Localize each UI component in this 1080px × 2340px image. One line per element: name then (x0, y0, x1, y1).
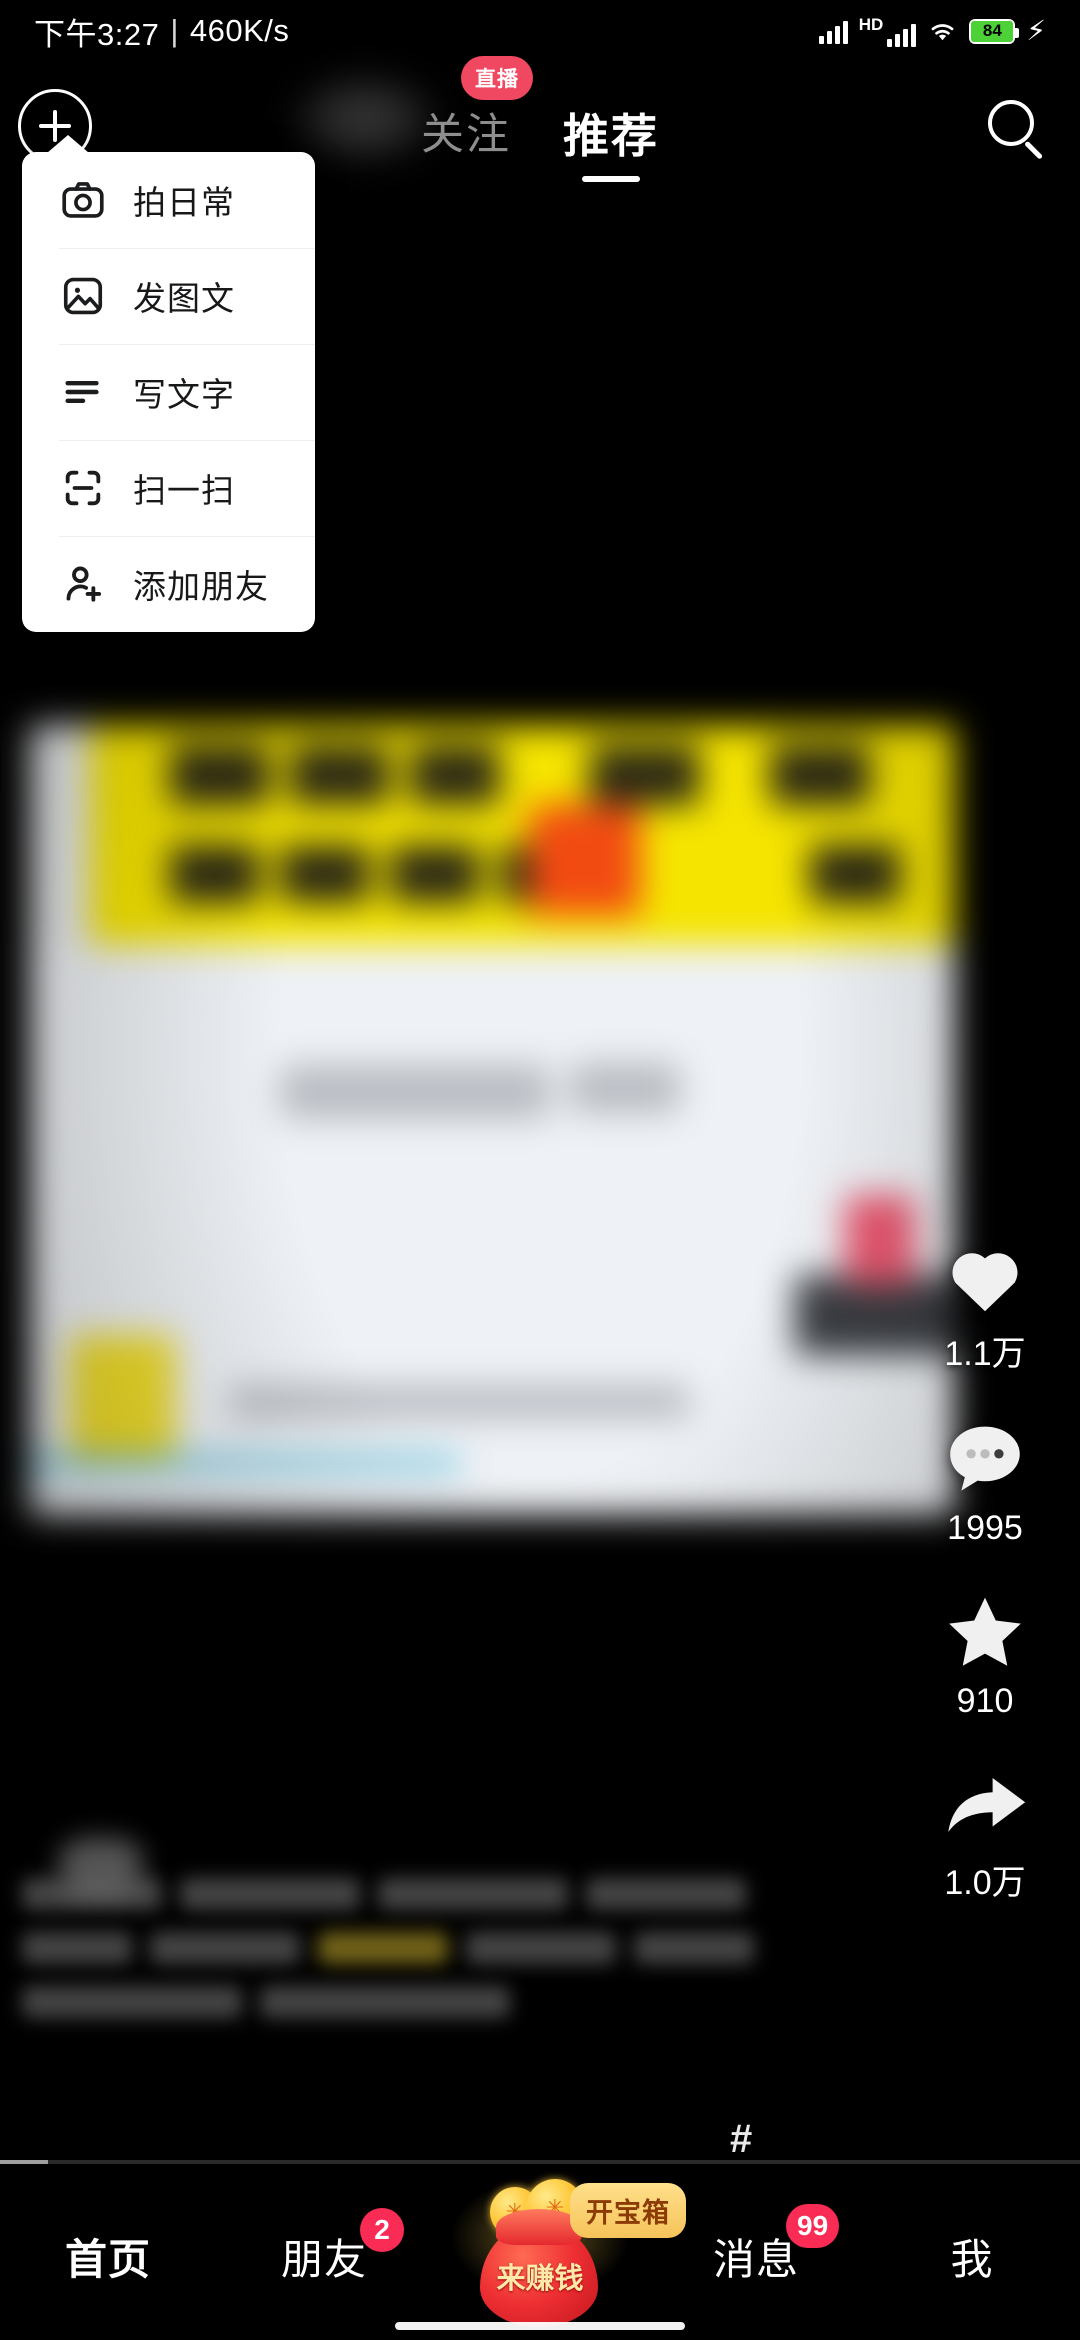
hd-label: HD (858, 14, 884, 34)
menu-item-scan[interactable]: 扫一扫 (22, 440, 315, 536)
favorite-count: 910 (956, 1682, 1014, 1720)
money-bag-button[interactable]: ✳ ✳ 来赚钱 开宝箱 (450, 2177, 686, 2331)
comment-count: 1995 (947, 1509, 1023, 1547)
menu-item-label: 扫一扫 (133, 472, 235, 509)
video-progress-bar[interactable] (0, 2160, 1080, 2164)
image-icon (59, 272, 107, 320)
nav-friends-label: 朋友 (280, 2235, 367, 2283)
menu-item-label: 发图文 (133, 280, 235, 317)
status-bar-left: 下午3:27 | 460K/s (34, 9, 289, 54)
app-root: 下午3:27 | 460K/s HD 84 ⚡ 关注 直播 推荐 拍日常 发图文… (0, 0, 1080, 2340)
friends-badge: 2 (360, 2208, 404, 2252)
status-separator: | (170, 13, 179, 48)
signal-bars-icon-2 (887, 21, 917, 47)
nav-item-friends[interactable]: 朋友 2 (216, 2172, 432, 2340)
add-friend-icon (59, 560, 107, 608)
caption-line (22, 1878, 782, 1910)
signal-bars-icon (818, 18, 848, 44)
heart-icon[interactable] (939, 1230, 1031, 1322)
tab-following[interactable]: 关注 直播 (415, 56, 533, 162)
menu-item-record-daily[interactable]: 拍日常 (22, 152, 315, 248)
hashtag-symbol[interactable]: # (730, 2117, 752, 2162)
camera-icon (59, 176, 107, 224)
tab-recommend-label: 推荐 (563, 110, 659, 162)
favorite-action[interactable]: 910 (890, 1586, 1080, 1721)
nav-messages-label: 消息 (712, 2235, 799, 2283)
menu-item-post-image-text[interactable]: 发图文 (22, 248, 315, 344)
caption-line (22, 1932, 782, 1964)
nav-item-earn-money[interactable]: ✳ ✳ 来赚钱 开宝箱 (432, 2172, 686, 2340)
menu-item-label: 拍日常 (133, 184, 235, 221)
live-badge[interactable]: 直播 (461, 56, 533, 100)
nav-home-label: 首页 (64, 2235, 151, 2283)
nav-item-messages[interactable]: 消息 99 (648, 2172, 864, 2340)
video-caption[interactable] (22, 1838, 782, 2040)
comment-icon[interactable] (939, 1413, 1031, 1505)
share-count: 1.0万 (944, 1864, 1026, 1902)
create-menu-dropdown: 拍日常 发图文 写文字 扫一扫 添加朋友 (22, 135, 315, 632)
bolt-icon: ⚡ (1026, 15, 1046, 46)
home-indicator (395, 2322, 685, 2330)
text-lines-icon (59, 368, 107, 416)
hd-signal-group: HD (859, 16, 917, 47)
bottom-navigation: 首页 朋友 2 ✳ ✳ 来赚钱 开宝箱 消息 99 我 (0, 2172, 1080, 2340)
menu-item-label: 写文字 (133, 376, 235, 413)
action-rail: 1.1万 1995 910 1.0万 (890, 1230, 1080, 1942)
search-icon-ring (988, 100, 1034, 146)
share-icon[interactable] (939, 1759, 1031, 1851)
tab-recommend[interactable]: 推荐 (557, 90, 665, 182)
search-icon[interactable] (986, 98, 1048, 160)
messages-badge: 99 (786, 2204, 840, 2248)
like-action[interactable]: 1.1万 (890, 1230, 1080, 1375)
menu-item-label: 添加朋友 (133, 568, 269, 605)
status-bar: 下午3:27 | 460K/s HD 84 ⚡ (0, 0, 1080, 62)
status-time: 下午3:27 (34, 16, 160, 52)
share-action[interactable]: 1.0万 (890, 1759, 1080, 1904)
like-count: 1.1万 (944, 1335, 1026, 1373)
battery-icon: 84 (969, 18, 1020, 44)
nav-earn-money-label: 来赚钱 (496, 2263, 584, 2295)
menu-pointer-arrow (47, 135, 89, 153)
nav-profile-label: 我 (950, 2235, 994, 2283)
comment-action[interactable]: 1995 (890, 1413, 1080, 1548)
wifi-icon (927, 18, 958, 44)
nav-item-home[interactable]: 首页 (0, 2172, 216, 2340)
menu-item-add-friend[interactable]: 添加朋友 (22, 536, 315, 632)
caption-line (22, 1986, 782, 2018)
search-icon-handle (1024, 140, 1044, 160)
tab-active-indicator (582, 176, 640, 182)
nav-item-profile[interactable]: 我 (864, 2172, 1080, 2340)
menu-item-write-text[interactable]: 写文字 (22, 344, 315, 440)
network-speed: 460K/s (189, 13, 290, 48)
star-icon[interactable] (939, 1586, 1031, 1678)
scan-icon (59, 464, 107, 512)
tab-following-label: 关注 (421, 111, 511, 159)
battery-level: 84 (971, 20, 1014, 42)
status-bar-right: HD 84 ⚡ (818, 15, 1046, 47)
